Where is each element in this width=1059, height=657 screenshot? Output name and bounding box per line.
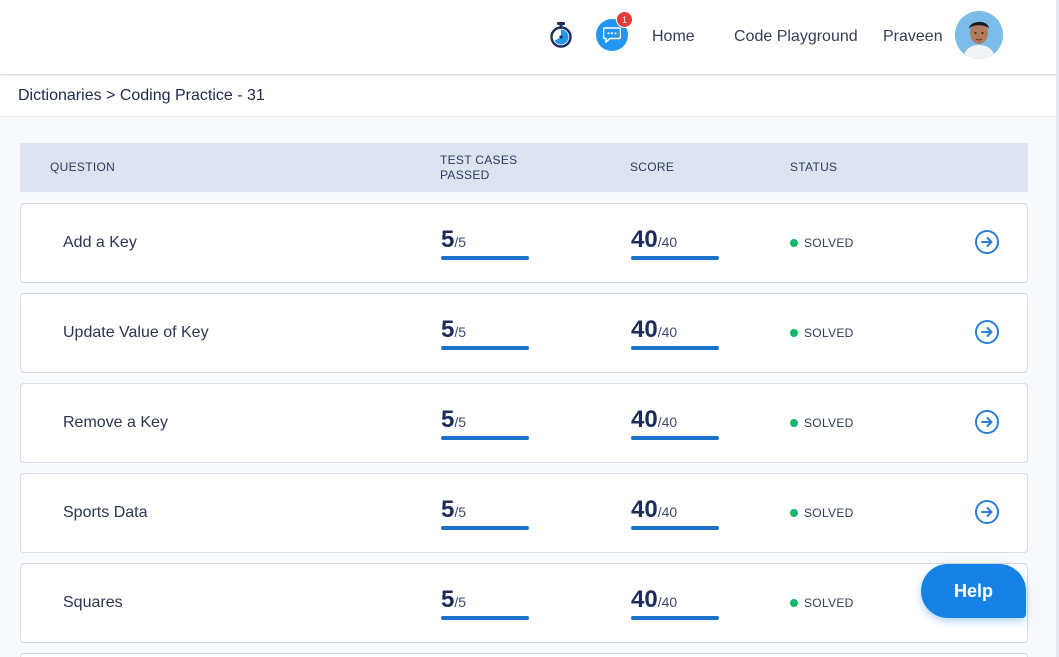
tests-passed-value: 5 bbox=[441, 586, 455, 613]
status-label: SOLVED bbox=[804, 596, 854, 610]
score-progress-fill bbox=[631, 256, 719, 260]
status-badge: SOLVED bbox=[790, 416, 854, 430]
table-row[interactable] bbox=[20, 653, 1028, 657]
score-total-value: /40 bbox=[657, 234, 678, 250]
tests-progress-bar bbox=[441, 436, 529, 440]
tests-passed-value: 5 bbox=[441, 226, 455, 253]
test-cases-metric: 5/5 bbox=[441, 406, 529, 440]
test-cases-metric: 5/5 bbox=[441, 316, 529, 350]
score-progress-bar bbox=[631, 256, 719, 260]
status-dot bbox=[790, 329, 798, 337]
status-label: SOLVED bbox=[804, 416, 854, 430]
tests-passed-value: 5 bbox=[441, 316, 455, 343]
breadcrumb-bar: Dictionaries > Coding Practice - 31 bbox=[0, 76, 1059, 117]
nav-code-playground-link[interactable]: Code Playground bbox=[734, 28, 858, 46]
test-cases-metric: 5/5 bbox=[441, 226, 529, 260]
table-row[interactable]: Update Value of Key 5/5 40/40 SOLVED bbox=[20, 293, 1028, 373]
test-cases-metric: 5/5 bbox=[441, 586, 529, 620]
status-dot bbox=[790, 509, 798, 517]
score-value: 40 bbox=[631, 496, 658, 523]
tests-progress-fill bbox=[441, 616, 529, 620]
breadcrumb[interactable]: Dictionaries > Coding Practice - 31 bbox=[18, 87, 265, 105]
score-progress-fill bbox=[631, 526, 719, 530]
score-progress-fill bbox=[631, 616, 719, 620]
question-title[interactable]: Sports Data bbox=[63, 504, 147, 522]
question-title[interactable]: Update Value of Key bbox=[63, 324, 209, 342]
tests-total-value: /5 bbox=[454, 504, 467, 520]
score-progress-fill bbox=[631, 436, 719, 440]
tests-passed-value: 5 bbox=[441, 406, 455, 433]
status-label: SOLVED bbox=[804, 326, 854, 340]
score-progress-bar bbox=[631, 526, 719, 530]
score-progress-bar bbox=[631, 346, 719, 350]
test-cases-metric: 5/5 bbox=[441, 496, 529, 530]
arrow-right-circle-icon[interactable] bbox=[974, 229, 1000, 255]
column-header-test-cases: TEST CASES PASSED bbox=[440, 153, 518, 182]
score-metric: 40/40 bbox=[631, 316, 719, 350]
tests-progress-bar bbox=[441, 346, 529, 350]
tests-progress-fill bbox=[441, 256, 529, 260]
table-row[interactable]: Remove a Key 5/5 40/40 SOLVED bbox=[20, 383, 1028, 463]
tests-total-value: /5 bbox=[454, 234, 467, 250]
table-row[interactable]: Sports Data 5/5 40/40 SOLVED bbox=[20, 473, 1028, 553]
tests-progress-bar bbox=[441, 256, 529, 260]
tests-progress-fill bbox=[441, 346, 529, 350]
score-value: 40 bbox=[631, 406, 658, 433]
status-label: SOLVED bbox=[804, 236, 854, 250]
question-title[interactable]: Add a Key bbox=[63, 234, 137, 252]
table-row[interactable]: Add a Key 5/5 40/40 SOLVED bbox=[20, 203, 1028, 283]
tests-total-value: /5 bbox=[454, 594, 467, 610]
question-title[interactable]: Remove a Key bbox=[63, 414, 168, 432]
status-badge: SOLVED bbox=[790, 236, 854, 250]
status-badge: SOLVED bbox=[790, 506, 854, 520]
tests-total-value: /5 bbox=[454, 414, 467, 430]
column-header-score: SCORE bbox=[630, 160, 675, 174]
score-progress-bar bbox=[631, 616, 719, 620]
top-navigation-bar: 1 Home Code Playground Praveen bbox=[0, 0, 1059, 75]
stopwatch-icon[interactable] bbox=[549, 22, 573, 48]
score-metric: 40/40 bbox=[631, 496, 719, 530]
score-value: 40 bbox=[631, 226, 658, 253]
score-total-value: /40 bbox=[657, 504, 678, 520]
arrow-right-circle-icon[interactable] bbox=[974, 409, 1000, 435]
score-total-value: /40 bbox=[657, 594, 678, 610]
score-progress-fill bbox=[631, 346, 719, 350]
score-value: 40 bbox=[631, 586, 658, 613]
arrow-right-circle-icon[interactable] bbox=[974, 499, 1000, 525]
notification-badge: 1 bbox=[616, 11, 633, 28]
status-dot bbox=[790, 419, 798, 427]
status-label: SOLVED bbox=[804, 506, 854, 520]
column-header-question: QUESTION bbox=[50, 160, 116, 174]
user-name[interactable]: Praveen bbox=[883, 28, 943, 46]
tests-progress-fill bbox=[441, 436, 529, 440]
tests-passed-value: 5 bbox=[441, 496, 455, 523]
score-metric: 40/40 bbox=[631, 586, 719, 620]
status-badge: SOLVED bbox=[790, 596, 854, 610]
status-dot bbox=[790, 239, 798, 247]
help-button[interactable]: Help bbox=[921, 564, 1026, 618]
table-row[interactable]: Squares 5/5 40/40 SOLVED bbox=[20, 563, 1028, 643]
question-title[interactable]: Squares bbox=[63, 594, 123, 612]
score-total-value: /40 bbox=[657, 324, 678, 340]
score-metric: 40/40 bbox=[631, 406, 719, 440]
tests-total-value: /5 bbox=[454, 324, 467, 340]
status-badge: SOLVED bbox=[790, 326, 854, 340]
table-header: QUESTION TEST CASES PASSED SCORE STATUS bbox=[20, 143, 1028, 192]
arrow-right-circle-icon[interactable] bbox=[974, 319, 1000, 345]
score-progress-bar bbox=[631, 436, 719, 440]
status-dot bbox=[790, 599, 798, 607]
user-avatar[interactable] bbox=[955, 11, 1003, 59]
score-value: 40 bbox=[631, 316, 658, 343]
tests-progress-bar bbox=[441, 526, 529, 530]
nav-home-link[interactable]: Home bbox=[652, 28, 695, 46]
score-metric: 40/40 bbox=[631, 226, 719, 260]
tests-progress-fill bbox=[441, 526, 529, 530]
score-total-value: /40 bbox=[657, 414, 678, 430]
tests-progress-bar bbox=[441, 616, 529, 620]
column-header-status: STATUS bbox=[790, 160, 838, 174]
